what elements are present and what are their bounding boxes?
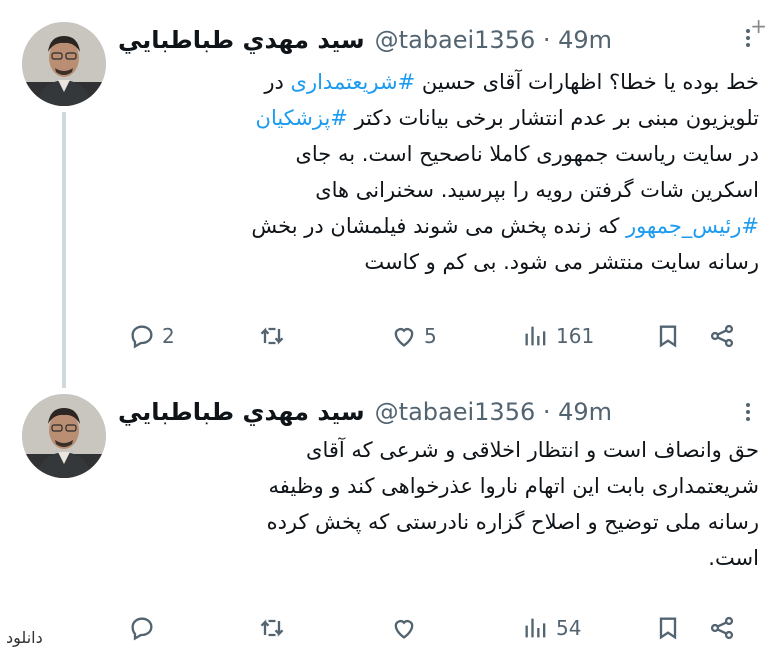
text-line: است. — [708, 546, 759, 570]
views-count: 54 — [556, 616, 582, 640]
text-line: رسانه ملی توضیح و اصلاح گزاره نادرستی که… — [266, 510, 759, 534]
text-line: در سایت ریاست جمهوری کاملا ناصحیح است. ب… — [295, 142, 759, 166]
tweet[interactable]: سيد مهدي طباطبايي @tabaei1356 · 49m حق و… — [0, 372, 781, 656]
action-bar: 2 5 161 — [118, 316, 751, 356]
like-icon — [394, 328, 414, 347]
tweet-text: حق وانصاف است و انتظار اخلاقی و شرعی که … — [139, 432, 759, 576]
share-icon — [710, 324, 734, 348]
reply-icon — [131, 617, 153, 641]
views-button[interactable]: 54 — [522, 608, 581, 648]
reply-icon — [131, 325, 153, 349]
retweet-icon — [260, 619, 284, 637]
author-handle[interactable]: @tabaei1356 · 49m — [375, 26, 612, 54]
views-count: 161 — [556, 324, 595, 348]
bookmark-button[interactable] — [654, 608, 682, 648]
reply-count: 2 — [162, 324, 175, 348]
retweet-button[interactable] — [258, 316, 286, 356]
text-span: در — [264, 70, 291, 94]
text-line: حق وانصاف است و انتظار اخلاقی و شرعی که … — [306, 438, 759, 462]
avatar[interactable] — [22, 22, 106, 106]
views-button[interactable]: 161 — [522, 316, 594, 356]
bookmark-button[interactable] — [654, 316, 682, 356]
reply-button[interactable]: 2 — [128, 316, 175, 356]
text-span: تلویزیون مبنی بر عدم انتشار برخی بیانات … — [347, 106, 759, 130]
author-name[interactable]: سيد مهدي طباطبايي — [118, 398, 365, 426]
bookmark-icon — [659, 325, 677, 348]
more-icon[interactable] — [737, 20, 759, 56]
action-bar: 54 — [118, 608, 751, 648]
text-line: رسانه سایت منتشر می شود. بی کم و کاست — [364, 250, 759, 274]
tweet-header: سيد مهدي طباطبايي @tabaei1356 · 49m — [118, 22, 737, 58]
text-line: اسکرین شات گرفتن رویه را بپرسید. سخنرانی… — [315, 178, 759, 202]
tweet-text: خط بوده یا خطا؟ اظهارات آقای حسین #شریعت… — [139, 64, 759, 280]
avatar[interactable] — [22, 394, 106, 478]
hashtag-link[interactable]: #پزشکیان — [256, 106, 348, 130]
like-count: 5 — [424, 324, 437, 348]
bookmark-icon — [659, 617, 677, 640]
watermark: دانلود — [6, 628, 43, 647]
views-icon — [525, 326, 546, 346]
like-button[interactable]: 5 — [390, 316, 437, 356]
like-button[interactable] — [390, 608, 418, 648]
retweet-icon — [260, 327, 284, 345]
like-icon — [394, 620, 414, 639]
author-name[interactable]: سيد مهدي طباطبايي — [118, 26, 365, 54]
hashtag-link[interactable]: #رئیس_جمهور — [626, 214, 759, 238]
tweet[interactable]: سيد مهدي طباطبايي @tabaei1356 · 49m خط ب… — [0, 0, 781, 372]
retweet-button[interactable] — [258, 608, 286, 648]
share-button[interactable] — [708, 316, 736, 356]
views-icon — [525, 618, 546, 638]
share-button[interactable] — [708, 608, 736, 648]
share-icon — [710, 616, 734, 640]
text-line: شریعتمداری بابت این اتهام ناروا عذرخواهی… — [268, 474, 759, 498]
more-icon[interactable] — [737, 394, 759, 430]
tweet-header: سيد مهدي طباطبايي @tabaei1356 · 49m — [118, 394, 737, 430]
author-handle[interactable]: @tabaei1356 · 49m — [375, 398, 612, 426]
text-span: خط بوده یا خطا؟ اظهارات آقای حسین — [415, 70, 759, 94]
hashtag-link[interactable]: #شریعتمداری — [291, 70, 416, 94]
text-span: که زنده پخش می شوند فیلمشان در بخش — [251, 214, 627, 238]
reply-button[interactable] — [128, 608, 156, 648]
